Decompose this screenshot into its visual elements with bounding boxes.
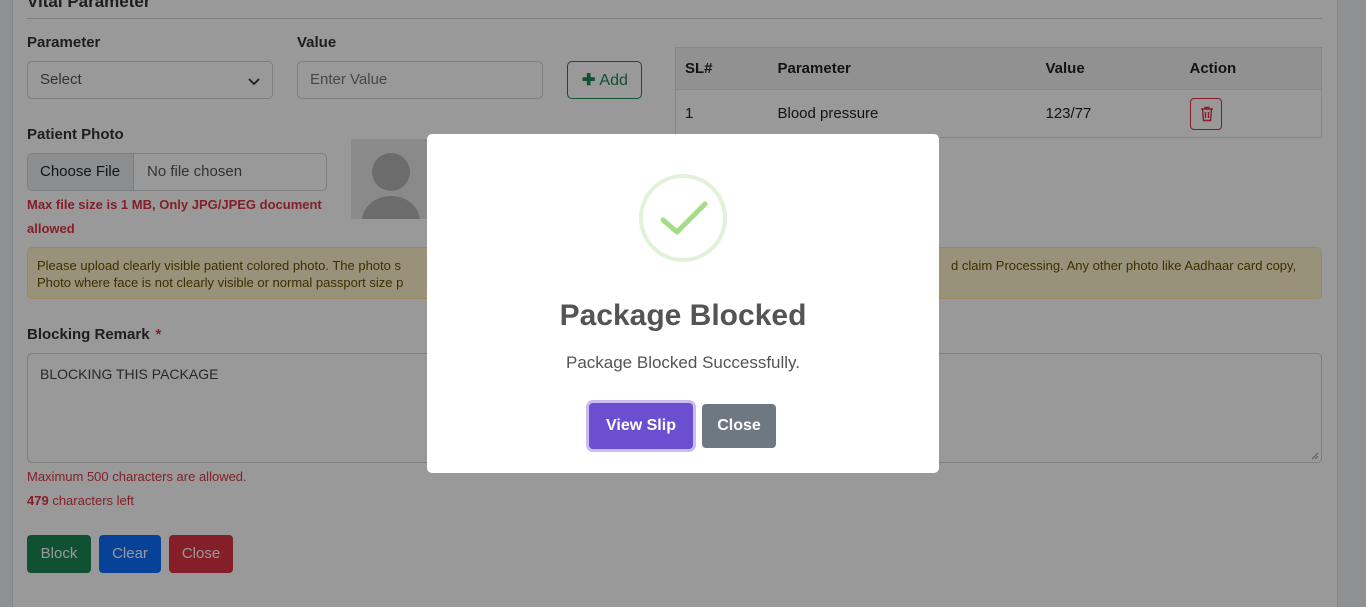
success-modal: Package Blocked Package Blocked Successf… bbox=[427, 134, 939, 473]
success-check-icon bbox=[639, 174, 727, 262]
modal-message: Package Blocked Successfully. bbox=[565, 353, 801, 372]
view-slip-button[interactable]: View Slip bbox=[589, 403, 693, 449]
modal-close-button[interactable]: Close bbox=[702, 404, 776, 448]
modal-title: Package Blocked bbox=[559, 299, 807, 332]
